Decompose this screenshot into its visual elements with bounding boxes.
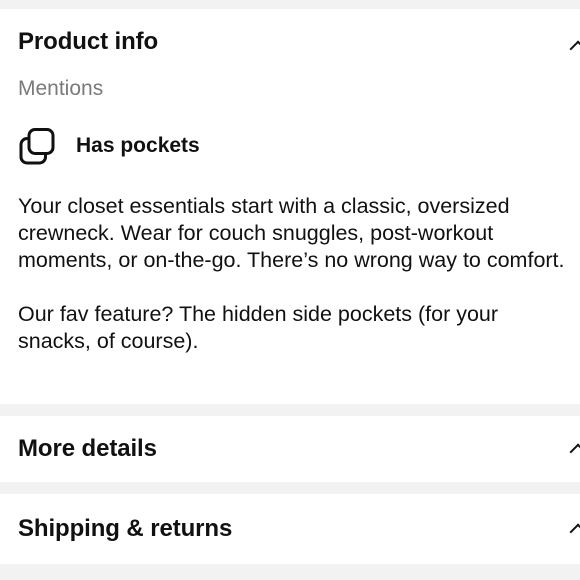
product-info-header[interactable]: Product info [18, 28, 158, 56]
product-info-section: Product info Mentions Has pockets Your c… [0, 9, 580, 404]
more-details-header[interactable]: More details [18, 435, 157, 463]
description-paragraph: Your closet essentials start with a clas… [18, 194, 565, 272]
collapse-chevron-icon[interactable] [569, 443, 580, 461]
description-paragraph: Our fav feature? The hidden side pockets… [18, 302, 499, 353]
shipping-returns-header[interactable]: Shipping & returns [18, 515, 232, 543]
more-details-section[interactable]: More details [0, 416, 580, 482]
shipping-returns-section[interactable]: Shipping & returns [0, 494, 580, 564]
product-description: Your closet essentials start with a clas… [18, 193, 566, 355]
mentions-label: Mentions [18, 77, 104, 100]
feature-label: Has pockets [76, 134, 200, 157]
copy-squares-icon [19, 128, 55, 165]
collapse-chevron-icon[interactable] [569, 40, 580, 58]
collapse-chevron-icon[interactable] [569, 523, 580, 541]
product-page: Product info Mentions Has pockets Your c… [0, 0, 580, 580]
feature-has-pockets: Has pockets [18, 127, 200, 165]
